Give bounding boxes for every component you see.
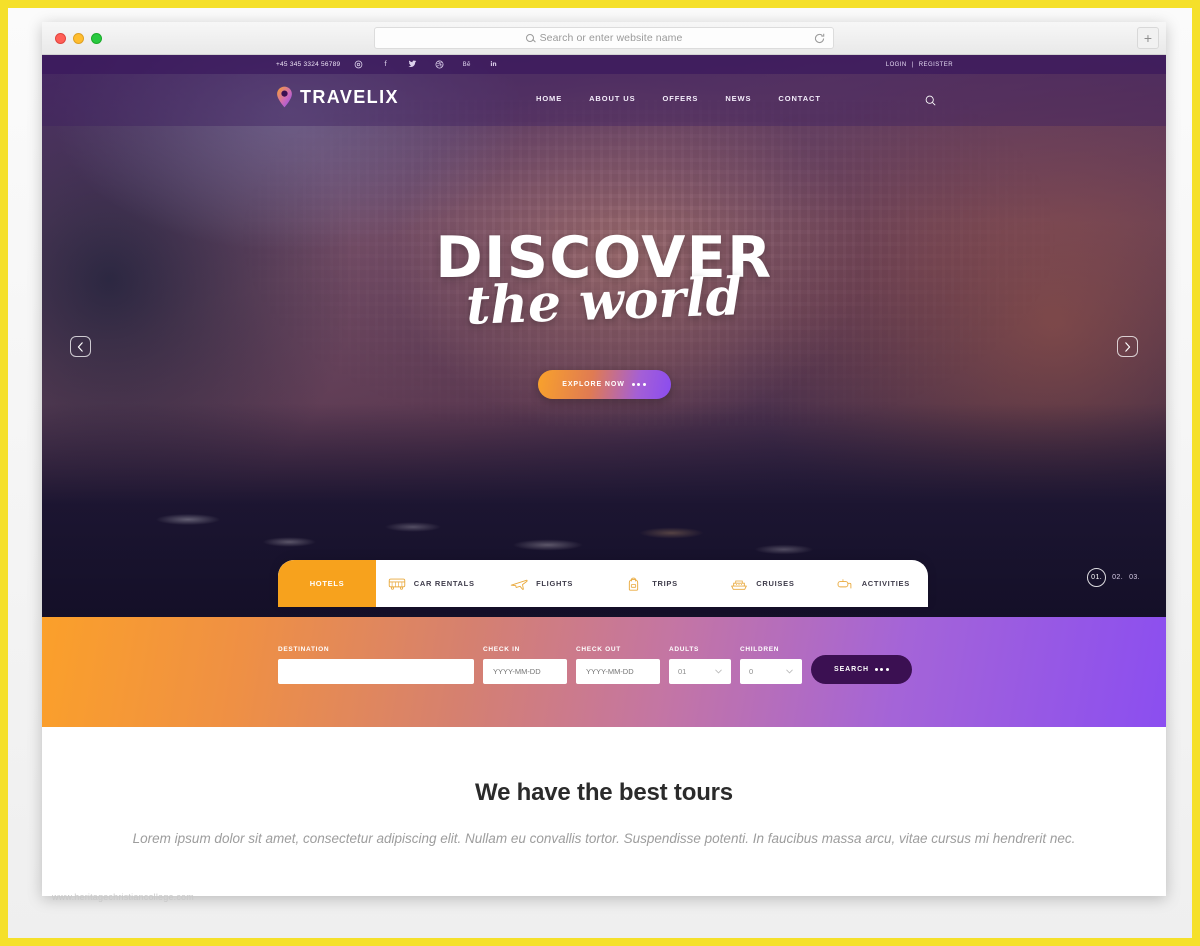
tab-car-rentals-label: CAR RENTALS	[413, 579, 475, 588]
nav-item-home[interactable]: HOME	[536, 94, 562, 103]
tab-hotels-label: HOTELS	[309, 579, 345, 588]
tab-activities-label: ACTIVITIES	[861, 579, 910, 588]
nav-item-about-us[interactable]: ABOUT US	[589, 94, 635, 103]
checkout-input[interactable]	[576, 659, 660, 684]
page-viewport: +45 345 3324 56789 f Bē in LOGIN | REGIS…	[42, 55, 1166, 896]
chevron-left-icon	[77, 341, 83, 352]
window-controls[interactable]	[55, 32, 102, 44]
main-navigation: TRAVELIX HOME ABOUT US OFFERS NEWS CONTA…	[42, 74, 1166, 126]
auth-links[interactable]: LOGIN | REGISTER	[886, 62, 953, 68]
section-subtitle: Lorem ipsum dolor sit amet, consectetur …	[132, 831, 1076, 846]
slider-next-button[interactable]	[1117, 336, 1138, 357]
nav-item-contact[interactable]: CONTACT	[778, 94, 820, 103]
explore-now-label: EXPLORE NOW	[562, 381, 625, 388]
address-bar[interactable]: Search or enter website name	[374, 27, 834, 49]
close-window-button[interactable]	[55, 32, 66, 44]
login-link[interactable]: LOGIN	[886, 62, 907, 68]
ship-icon	[730, 577, 748, 591]
adults-group: ADULTS 01	[669, 646, 731, 684]
snorkel-icon	[836, 577, 854, 591]
checkout-label: CHECK OUT	[576, 646, 621, 653]
tab-flights-label: FLIGHTS	[536, 579, 574, 588]
tab-flights[interactable]: FLIGHTS	[486, 560, 596, 607]
tab-cruises[interactable]: CRUISES	[707, 560, 817, 607]
dots-icon	[631, 383, 646, 386]
reload-icon[interactable]	[813, 32, 826, 45]
bus-icon	[388, 577, 406, 591]
adults-select[interactable]: 01	[669, 659, 731, 684]
slider-pagination: 01. 02. 03.	[1087, 568, 1140, 587]
linkedin-icon[interactable]: in	[489, 60, 498, 69]
children-select[interactable]: 0	[740, 659, 802, 684]
auth-divider: |	[911, 61, 914, 68]
search-icon	[525, 34, 534, 42]
dots-icon	[874, 668, 889, 671]
tab-activities[interactable]: ACTIVITIES	[818, 560, 928, 607]
minimize-window-button[interactable]	[73, 32, 84, 44]
behance-icon[interactable]: Bē	[462, 60, 471, 69]
hero-content: DISCOVER the world EXPLORE NOW	[42, 230, 1166, 399]
checkin-label: CHECK IN	[483, 646, 521, 653]
social-links[interactable]: f Bē in	[354, 60, 498, 69]
nav-menu: HOME ABOUT US OFFERS NEWS CONTACT	[536, 94, 821, 103]
tab-trips[interactable]: TRIPS	[597, 560, 707, 607]
best-tours-section: We have the best tours Lorem ipsum dolor…	[42, 727, 1166, 896]
section-title: We have the best tours	[475, 779, 733, 806]
facebook-icon[interactable]: f	[381, 60, 390, 69]
register-link[interactable]: REGISTER	[919, 62, 953, 68]
slide-indicator-1[interactable]: 01.	[1087, 568, 1107, 587]
utility-top-bar: +45 345 3324 56789 f Bē in LOGIN | REGIS…	[42, 55, 1166, 74]
outer-frame: Search or enter website name + +45 345 3…	[0, 0, 1200, 946]
children-value: 0	[749, 667, 754, 676]
booking-search-bar: DESTINATION CHECK IN CHECK OUT ADULTS	[42, 617, 1166, 727]
checkin-input[interactable]	[483, 659, 567, 684]
tab-car-rentals[interactable]: CAR RENTALS	[376, 560, 486, 607]
destination-group: DESTINATION	[278, 646, 474, 684]
maximize-window-button[interactable]	[91, 32, 102, 44]
chevron-right-icon	[1125, 341, 1131, 352]
nav-item-news[interactable]: NEWS	[725, 94, 751, 103]
tab-hotels[interactable]: HOTELS	[278, 560, 376, 607]
hero-slider: +45 345 3324 56789 f Bē in LOGIN | REGIS…	[42, 55, 1166, 617]
twitter-icon[interactable]	[408, 60, 417, 69]
slide-indicator-3[interactable]: 03.	[1129, 574, 1140, 581]
logo-text: TRAVELIX	[300, 86, 399, 107]
tab-trips-label: TRIPS	[652, 579, 678, 588]
search-icon[interactable]	[925, 95, 936, 106]
destination-input[interactable]	[278, 659, 474, 684]
slider-prev-button[interactable]	[70, 336, 91, 357]
search-button-label: SEARCH	[834, 666, 869, 673]
children-label: CHILDREN	[740, 646, 780, 653]
children-group: CHILDREN 0	[740, 646, 802, 684]
chevron-down-icon	[786, 669, 793, 674]
watermark-text: www.heritagechristiancollege.com	[52, 892, 194, 902]
phone-number[interactable]: +45 345 3324 56789	[276, 61, 340, 68]
site-logo[interactable]: TRAVELIX	[276, 86, 399, 108]
checkout-group: CHECK OUT	[576, 646, 660, 684]
nav-item-offers[interactable]: OFFERS	[662, 94, 698, 103]
explore-now-button[interactable]: EXPLORE NOW	[537, 370, 671, 399]
dribbble-icon[interactable]	[435, 60, 444, 69]
checkin-group: CHECK IN	[483, 646, 567, 684]
new-tab-button[interactable]: +	[1137, 27, 1159, 49]
adults-label: ADULTS	[669, 646, 700, 653]
booking-fields: DESTINATION CHECK IN CHECK OUT ADULTS	[278, 646, 912, 684]
map-pin-icon	[276, 86, 293, 108]
search-category-tabs: HOTELS CAR RENTALS FLIGHTS TRIPS CRUISES…	[278, 560, 928, 607]
adults-value: 01	[678, 667, 687, 676]
browser-window: Search or enter website name + +45 345 3…	[42, 22, 1166, 896]
backpack-icon	[626, 577, 644, 591]
chevron-down-icon	[715, 669, 722, 674]
tab-cruises-label: CRUISES	[756, 579, 795, 588]
instagram-icon[interactable]	[354, 60, 363, 69]
address-bar-placeholder: Search or enter website name	[539, 32, 683, 44]
slide-indicator-2[interactable]: 02.	[1112, 574, 1123, 581]
search-button[interactable]: SEARCH	[811, 655, 912, 684]
browser-chrome: Search or enter website name +	[42, 22, 1166, 55]
plane-icon	[510, 577, 528, 591]
destination-label: DESTINATION	[278, 646, 330, 653]
